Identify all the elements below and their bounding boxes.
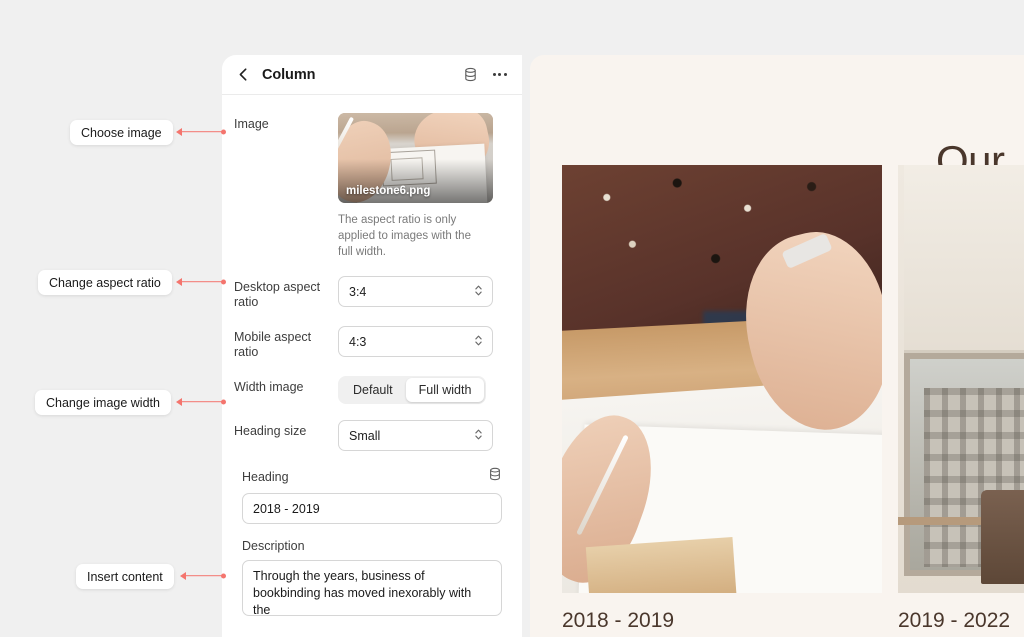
desktop-aspect-ratio-value: 3:4 bbox=[349, 284, 367, 299]
callout-arrow-insert-content bbox=[180, 571, 226, 580]
image-field-row: Image milestone6.png The aspect ratio is… bbox=[234, 113, 506, 260]
preview-image-2 bbox=[898, 165, 1024, 593]
desktop-aspect-ratio-select[interactable]: 3:4 bbox=[338, 276, 493, 307]
callout-change-aspect-ratio: Change aspect ratio bbox=[38, 270, 172, 295]
heading-field-label: Heading bbox=[242, 469, 289, 484]
preview-card[interactable]: 2019 - 2022 bbox=[898, 165, 1024, 633]
mobile-aspect-ratio-row: Mobile aspect ratio 4:3 bbox=[234, 326, 506, 360]
callout-arrow-change-aspect-ratio bbox=[176, 277, 226, 286]
screen-root: Our ... 2018 - 2019 bbox=[0, 0, 1024, 637]
preview-card[interactable]: 2018 - 2019 bbox=[562, 165, 882, 633]
panel-title: Column bbox=[262, 66, 316, 83]
callout-choose-image: Choose image bbox=[70, 120, 173, 145]
callout-arrow-choose-image bbox=[176, 127, 226, 136]
heading-size-value: Small bbox=[349, 428, 381, 443]
preview-card-caption: 2019 - 2022 bbox=[898, 609, 1011, 632]
width-image-row: Width image Default Full width bbox=[234, 376, 506, 404]
callout-label: Choose image bbox=[81, 125, 162, 140]
preview-image-1 bbox=[562, 165, 882, 593]
chevron-updown-icon bbox=[474, 333, 483, 350]
width-image-segmented-control[interactable]: Default Full width bbox=[338, 376, 487, 404]
mobile-aspect-ratio-select[interactable]: 4:3 bbox=[338, 326, 493, 357]
image-thumbnail[interactable]: milestone6.png bbox=[338, 113, 493, 203]
heading-input[interactable]: 2018 - 2019 bbox=[242, 493, 502, 524]
desktop-aspect-ratio-label: Desktop aspect ratio bbox=[234, 280, 321, 309]
callout-insert-content: Insert content bbox=[76, 564, 174, 589]
preview-card-grid: 2018 - 2019 2019 - 2022 bbox=[562, 165, 1024, 633]
heading-field-block: Heading 2018 - 2019 bbox=[234, 467, 506, 524]
callout-arrow-change-image-width bbox=[176, 397, 226, 406]
callout-label: Insert content bbox=[87, 569, 163, 584]
callout-label: Change image width bbox=[46, 395, 160, 410]
description-textarea[interactable]: Through the years, business of bookbindi… bbox=[242, 560, 502, 616]
desktop-aspect-ratio-row: Desktop aspect ratio 3:4 bbox=[234, 276, 506, 310]
live-preview-panel[interactable]: Our ... 2018 - 2019 bbox=[530, 55, 1024, 637]
panel-body: Image milestone6.png The aspect ratio is… bbox=[222, 95, 522, 616]
panel-header: Column bbox=[222, 55, 522, 95]
heading-input-value: 2018 - 2019 bbox=[253, 501, 320, 516]
image-thumbnail-wrapper[interactable]: milestone6.png The aspect ratio is only … bbox=[338, 113, 493, 260]
width-option-full-width[interactable]: Full width bbox=[405, 378, 485, 402]
description-field-block: Description Through the years, business … bbox=[234, 539, 506, 616]
database-icon[interactable] bbox=[488, 467, 502, 486]
image-field-label: Image bbox=[234, 117, 269, 131]
image-filename: milestone6.png bbox=[346, 185, 431, 197]
heading-size-label: Heading size bbox=[234, 424, 307, 438]
description-field-label: Description bbox=[242, 539, 305, 553]
mobile-aspect-ratio-value: 4:3 bbox=[349, 334, 367, 349]
width-option-default[interactable]: Default bbox=[340, 378, 406, 402]
more-horizontal-icon[interactable] bbox=[491, 66, 508, 83]
chevron-updown-icon bbox=[474, 427, 483, 444]
callout-label: Change aspect ratio bbox=[49, 275, 161, 290]
panel-header-actions bbox=[462, 66, 508, 83]
column-settings-panel: Column Image milestone6.png The aspect r… bbox=[222, 55, 522, 637]
chevron-updown-icon bbox=[474, 283, 483, 300]
heading-size-select[interactable]: Small bbox=[338, 420, 493, 451]
width-image-label: Width image bbox=[234, 380, 304, 394]
preview-card-caption: 2018 - 2019 bbox=[562, 609, 675, 632]
callout-change-image-width: Change image width bbox=[35, 390, 171, 415]
heading-size-row: Heading size Small bbox=[234, 420, 506, 451]
database-icon[interactable] bbox=[462, 66, 479, 83]
mobile-aspect-ratio-label: Mobile aspect ratio bbox=[234, 330, 312, 359]
aspect-ratio-help-text: The aspect ratio is only applied to imag… bbox=[338, 214, 471, 258]
back-button[interactable] bbox=[234, 66, 252, 84]
